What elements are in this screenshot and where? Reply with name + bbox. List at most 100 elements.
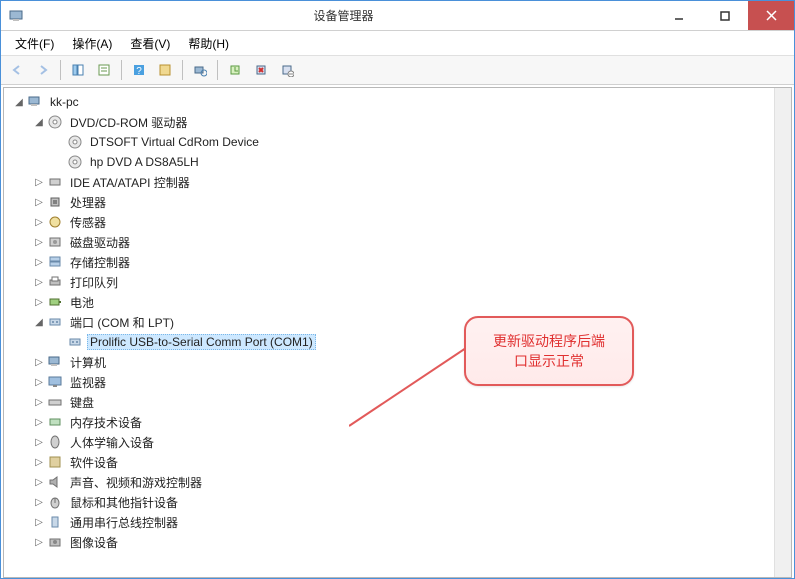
tree-node-label: 软件设备: [67, 453, 121, 472]
expand-icon[interactable]: ▷: [32, 475, 46, 489]
tree-node-label: 人体学输入设备: [67, 433, 157, 452]
toolbar-separator: [60, 60, 61, 80]
annotation-callout: 更新驱动程序后端 口显示正常: [464, 316, 634, 386]
tree-node-label: 内存技术设备: [67, 413, 145, 432]
toolbar-separator: [121, 60, 122, 80]
menubar: 文件(F) 操作(A) 查看(V) 帮助(H): [1, 31, 794, 55]
expand-icon[interactable]: ▷: [32, 255, 46, 269]
tree-node-label: IDE ATA/ATAPI 控制器: [67, 173, 193, 192]
tree-node-hid[interactable]: ▷ 人体学输入设备: [6, 432, 789, 452]
menu-file[interactable]: 文件(F): [7, 33, 62, 54]
window-buttons: [656, 1, 794, 30]
tree-node-printq[interactable]: ▷ 打印队列: [6, 272, 789, 292]
menu-action[interactable]: 操作(A): [64, 33, 120, 54]
usb-icon: [47, 514, 63, 530]
tree-node-software[interactable]: ▷ 软件设备: [6, 452, 789, 472]
expand-icon[interactable]: ▷: [32, 175, 46, 189]
tree-node-port-child[interactable]: Prolific USB-to-Serial Comm Port (COM1): [6, 332, 789, 352]
callout-text: 口显示正常: [514, 353, 584, 369]
expand-icon[interactable]: ▷: [32, 535, 46, 549]
tree-node-dvd-child[interactable]: DTSOFT Virtual CdRom Device: [6, 132, 789, 152]
tree-node-label: 磁盘驱动器: [67, 233, 133, 252]
computer-icon: [47, 354, 63, 370]
tree-node-label: 通用串行总线控制器: [67, 513, 181, 532]
update-driver-button[interactable]: [223, 58, 247, 82]
show-hide-tree-button[interactable]: [66, 58, 90, 82]
port-icon: [47, 314, 63, 330]
tree-node-label: DTSOFT Virtual CdRom Device: [87, 134, 262, 150]
expand-icon[interactable]: ▷: [32, 235, 46, 249]
tree-node-imaging[interactable]: ▷ 图像设备: [6, 532, 789, 552]
memory-icon: [47, 414, 63, 430]
close-button[interactable]: [748, 1, 794, 30]
tree-node-cpu[interactable]: ▷ 处理器: [6, 192, 789, 212]
help-button[interactable]: ?: [127, 58, 151, 82]
forward-button: [31, 58, 55, 82]
device-tree[interactable]: ◢ kk-pc ◢ DVD/CD-ROM 驱动器 DTSOFT Virtual …: [4, 88, 791, 556]
maximize-button[interactable]: [702, 1, 748, 30]
controller-icon: [47, 174, 63, 190]
tree-node-sound[interactable]: ▷ 声音、视频和游戏控制器: [6, 472, 789, 492]
tree-root[interactable]: ◢ kk-pc: [6, 92, 789, 112]
tree-node-sensor[interactable]: ▷ 传感器: [6, 212, 789, 232]
tree-node-disk[interactable]: ▷ 磁盘驱动器: [6, 232, 789, 252]
properties-button[interactable]: [92, 58, 116, 82]
uninstall-button[interactable]: [249, 58, 273, 82]
disk-icon: [47, 234, 63, 250]
expand-icon[interactable]: ▷: [32, 275, 46, 289]
tree-node-label: hp DVD A DS8A5LH: [87, 154, 202, 170]
cpu-icon: [47, 194, 63, 210]
expand-icon[interactable]: ▷: [32, 395, 46, 409]
menu-view[interactable]: 查看(V): [122, 33, 178, 54]
vertical-scrollbar[interactable]: [774, 88, 791, 577]
tree-node-memtech[interactable]: ▷ 内存技术设备: [6, 412, 789, 432]
tree-node-dvd-child[interactable]: hp DVD A DS8A5LH: [6, 152, 789, 172]
software-icon: [47, 454, 63, 470]
callout-text: 更新驱动程序后端: [493, 333, 605, 349]
minimize-button[interactable]: [656, 1, 702, 30]
camera-icon: [47, 534, 63, 550]
tree-node-keyboard[interactable]: ▷ 键盘: [6, 392, 789, 412]
tree-node-ports[interactable]: ◢ 端口 (COM 和 LPT): [6, 312, 789, 332]
tree-node-ide[interactable]: ▷ IDE ATA/ATAPI 控制器: [6, 172, 789, 192]
collapse-icon[interactable]: ◢: [32, 115, 46, 129]
scan-hardware-button[interactable]: [188, 58, 212, 82]
dvd-icon: [67, 134, 83, 150]
tree-node-monitor[interactable]: ▷ 监视器: [6, 372, 789, 392]
tree-node-storage[interactable]: ▷ 存储控制器: [6, 252, 789, 272]
dvd-icon: [67, 154, 83, 170]
expand-icon[interactable]: ▷: [32, 295, 46, 309]
expand-icon[interactable]: ▷: [32, 435, 46, 449]
collapse-icon[interactable]: ◢: [32, 315, 46, 329]
tree-node-label: DVD/CD-ROM 驱动器: [67, 113, 190, 132]
tree-node-label: 图像设备: [67, 533, 121, 552]
monitor-icon: [47, 374, 63, 390]
tree-node-dvd[interactable]: ◢ DVD/CD-ROM 驱动器: [6, 112, 789, 132]
toolbar-separator: [217, 60, 218, 80]
tree-node-label-selected: Prolific USB-to-Serial Comm Port (COM1): [87, 334, 316, 350]
tree-node-label: 存储控制器: [67, 253, 133, 272]
tree-node-mouse[interactable]: ▷ 鼠标和其他指针设备: [6, 492, 789, 512]
expand-icon[interactable]: ▷: [32, 215, 46, 229]
expand-icon[interactable]: ▷: [32, 495, 46, 509]
disable-button[interactable]: [275, 58, 299, 82]
app-icon: [1, 8, 31, 24]
tree-node-computer[interactable]: ▷ 计算机: [6, 352, 789, 372]
expand-icon[interactable]: ▷: [32, 195, 46, 209]
tree-node-label: 打印队列: [67, 273, 121, 292]
expand-icon[interactable]: ▷: [32, 355, 46, 369]
sound-icon: [47, 474, 63, 490]
collapse-icon[interactable]: ◢: [12, 95, 26, 109]
back-button: [5, 58, 29, 82]
expand-icon[interactable]: ▷: [32, 415, 46, 429]
tree-node-battery[interactable]: ▷ 电池: [6, 292, 789, 312]
tree-node-label: 传感器: [67, 213, 109, 232]
menu-help[interactable]: 帮助(H): [180, 33, 237, 54]
tree-node-label: kk-pc: [47, 94, 82, 110]
action-button[interactable]: [153, 58, 177, 82]
tree-node-usb[interactable]: ▷ 通用串行总线控制器: [6, 512, 789, 532]
expand-icon[interactable]: ▷: [32, 455, 46, 469]
expand-icon[interactable]: ▷: [32, 515, 46, 529]
tree-node-label: 处理器: [67, 193, 109, 212]
expand-icon[interactable]: ▷: [32, 375, 46, 389]
